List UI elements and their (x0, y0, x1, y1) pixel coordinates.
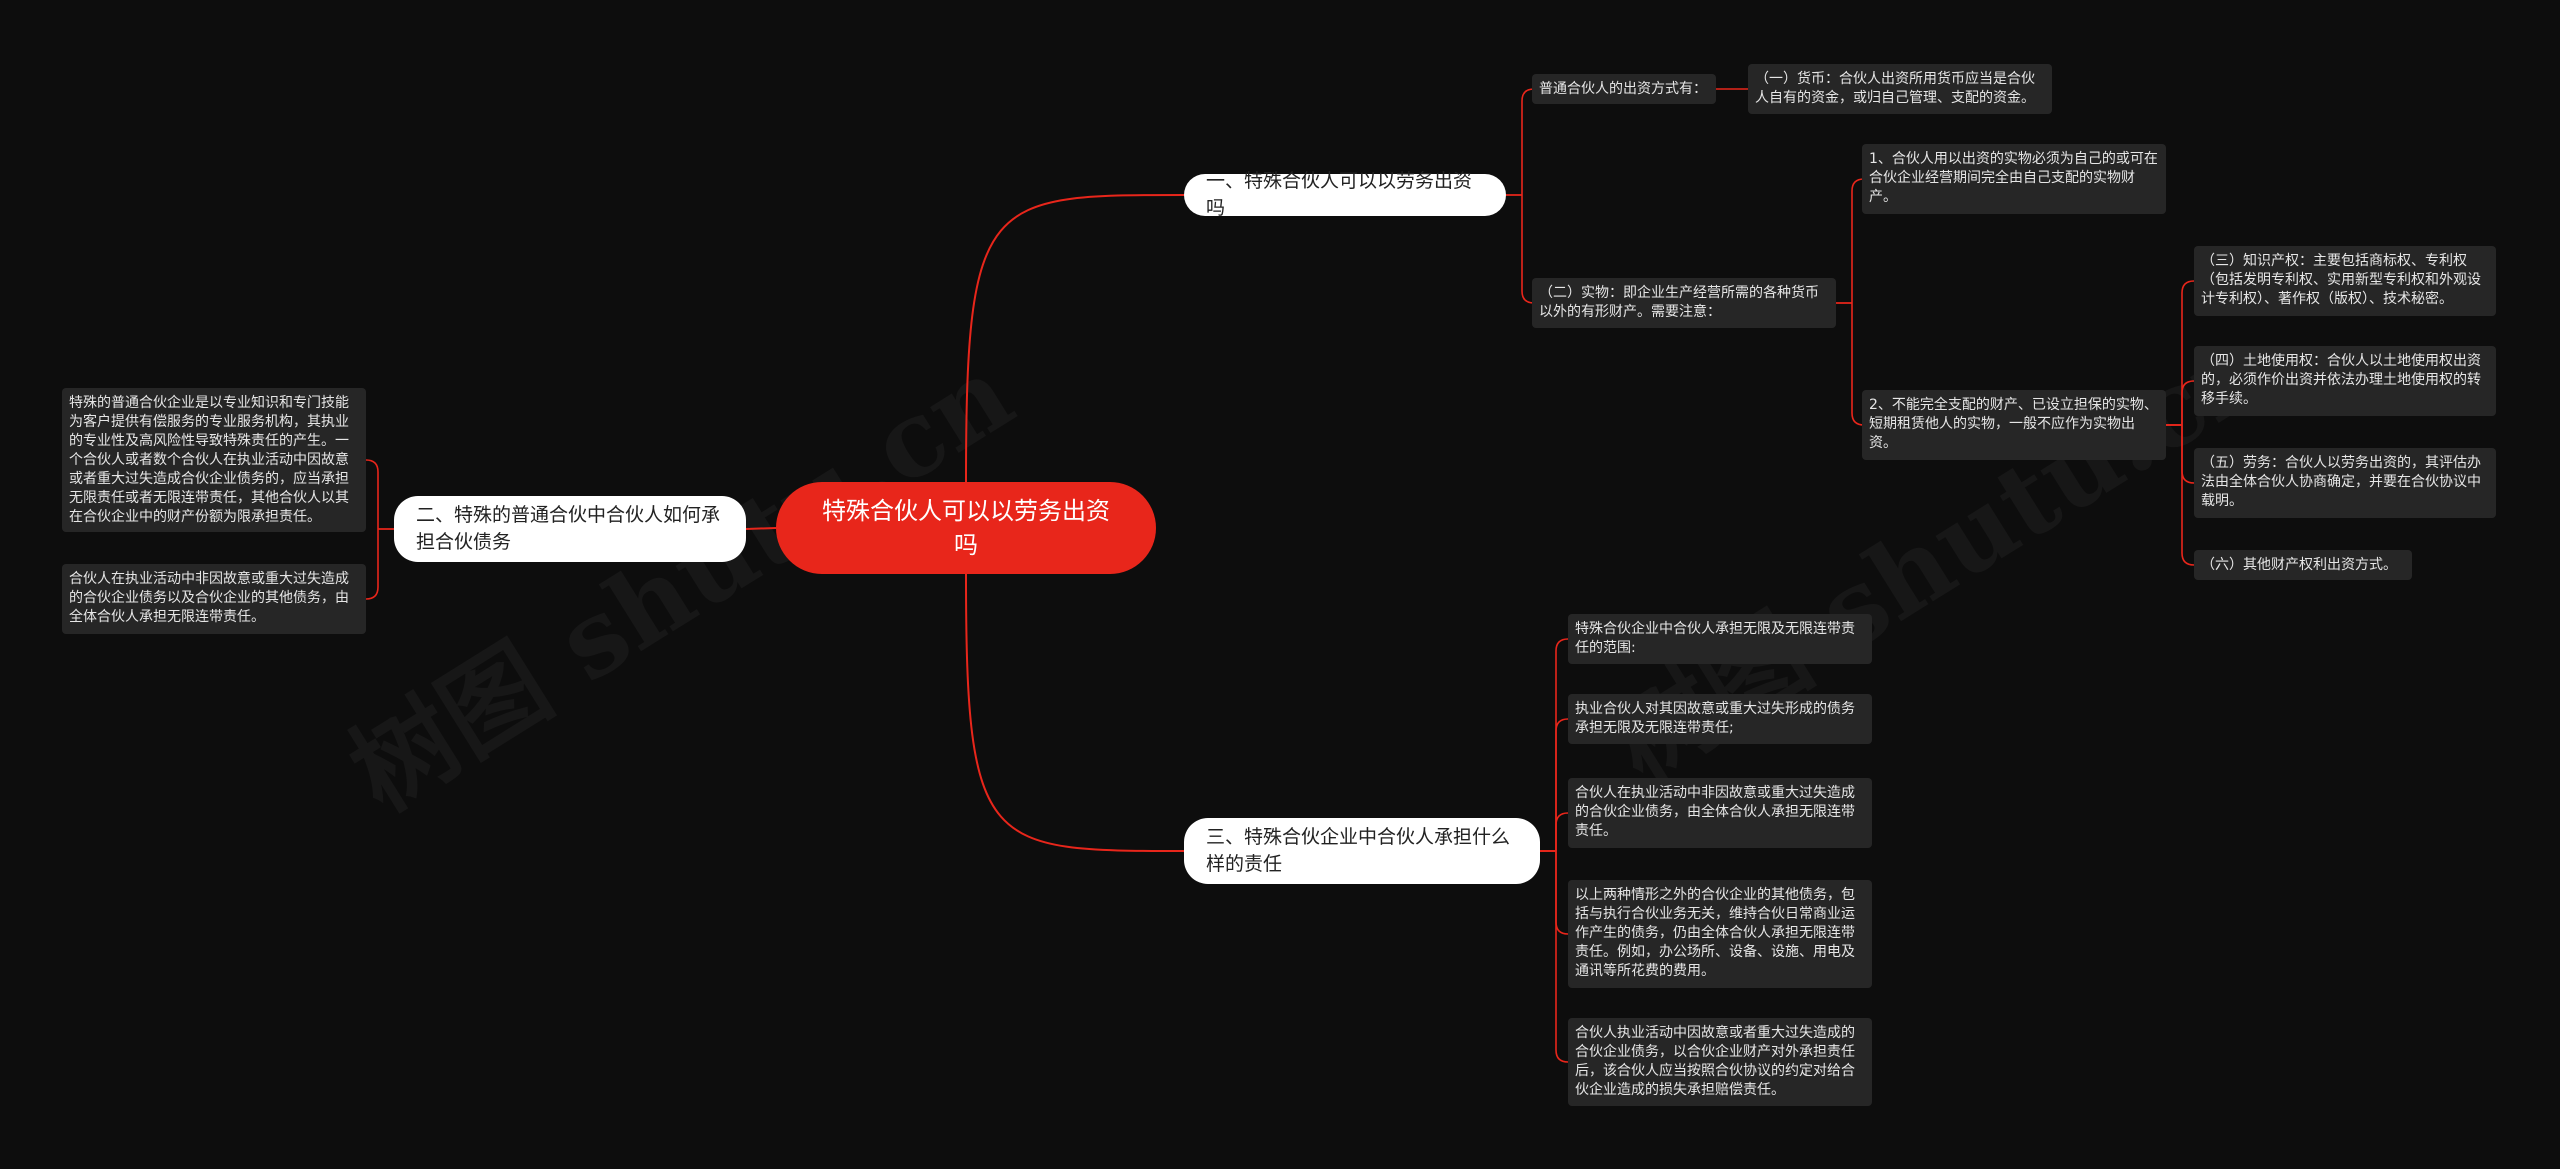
leaf-goods-note-2[interactable]: 2、不能完全支配的财产、已设立担保的实物、短期租赁他人的实物，一般不应作为实物出… (1862, 390, 2166, 460)
connector (1836, 178, 1865, 304)
leaf-joint-liability[interactable]: 合伙人在执业活动中非因故意或重大过失造成的合伙企业债务以及合伙企业的其他债务，由… (62, 564, 366, 634)
leaf-currency[interactable]: （一）货币：合伙人出资所用货币应当是合伙人自有的资金，或归自己管理、支配的资金。 (1748, 64, 2052, 114)
branch-debt-liability[interactable]: 二、特殊的普通合伙中合伙人如何承担合伙债务 (394, 496, 746, 562)
leaf-other-property-rights[interactable]: （六）其他财产权利出资方式。 (2194, 550, 2412, 580)
connector (365, 459, 394, 530)
leaf-practicing-partner[interactable]: 执业合伙人对其因故意或重大过失形成的债务承担无限及无限连带责任; (1568, 694, 1872, 744)
leaf-physical-goods[interactable]: （二）实物：即企业生产经营所需的各种货币以外的有形财产。需要注意： (1532, 278, 1836, 328)
connector (1836, 302, 1865, 426)
connector (2166, 280, 2195, 426)
connector (965, 194, 1185, 483)
leaf-labor[interactable]: （五）劳务：合伙人以劳务出资的，其评估办法由全体合伙人协商确定，并要在合伙协议中… (2194, 448, 2496, 518)
connector (2166, 424, 2195, 484)
connector (745, 527, 777, 530)
leaf-special-partnership-definition[interactable]: 特殊的普通合伙企业是以专业知识和专门技能为客户提供有偿服务的专业服务机构，其执业… (62, 388, 366, 532)
connector (1506, 88, 1535, 196)
leaf-non-intentional-debt[interactable]: 合伙人在执业活动中非因故意或重大过失造成的合伙企业债务，由全体合伙人承担无限连带… (1568, 778, 1872, 848)
leaf-contribution-methods[interactable]: 普通合伙人的出资方式有： (1532, 74, 1716, 104)
leaf-goods-note-1[interactable]: 1、合伙人用以出资的实物必须为自己的或可在合伙企业经营期间完全由自己支配的实物财… (1862, 144, 2166, 214)
connector (2166, 424, 2195, 566)
leaf-land-use-right[interactable]: （四）土地使用权：合伙人以土地使用权出资的，必须作价出资并依法办理土地使用权的转… (2194, 346, 2496, 416)
leaf-other-debts[interactable]: 以上两种情形之外的合伙企业的其他债务，包括与执行合伙业务无关，维持合伙日常商业运… (1568, 880, 1872, 988)
connector (365, 528, 394, 600)
connector (1540, 850, 1569, 1063)
leaf-intellectual-property[interactable]: （三）知识产权：主要包括商标权、专利权（包括发明专利权、实用新型专利权和外观设计… (2194, 246, 2496, 316)
root-topic[interactable]: 特殊合伙人可以以劳务出资吗 (776, 482, 1156, 574)
branch-partner-responsibility[interactable]: 三、特殊合伙企业中合伙人承担什么样的责任 (1184, 818, 1540, 884)
connector (1540, 850, 1569, 935)
connector (965, 573, 1185, 852)
connector (1540, 718, 1569, 852)
connector (1540, 812, 1569, 852)
mindmap-canvas: 树图 shutu.cn 树图 shutu.cn 特殊合伙人可以以劳务出资吗 一、… (0, 0, 2560, 1169)
leaf-liability-scope[interactable]: 特殊合伙企业中合伙人承担无限及无限连带责任的范围: (1568, 614, 1872, 664)
connector (1540, 638, 1569, 852)
leaf-compensation[interactable]: 合伙人执业活动中因故意或者重大过失造成的合伙企业债务，以合伙企业财产对外承担责任… (1568, 1018, 1872, 1106)
connector (1506, 194, 1535, 304)
connector (2166, 380, 2195, 426)
branch-labor-contribution[interactable]: 一、特殊合伙人可以以劳务出资吗 (1184, 170, 1506, 219)
